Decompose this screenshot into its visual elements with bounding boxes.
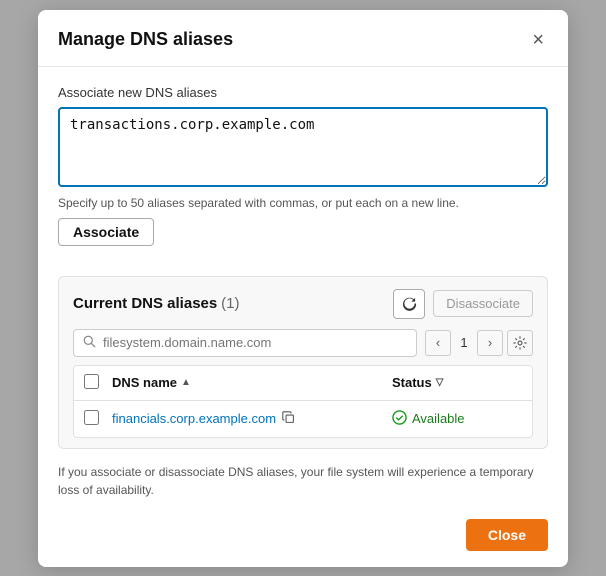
search-input[interactable] bbox=[103, 335, 407, 350]
modal-title: Manage DNS aliases bbox=[58, 29, 233, 50]
pagination-row: ‹ 1 › bbox=[425, 330, 533, 356]
footer-note: If you associate or disassociate DNS ali… bbox=[58, 463, 548, 499]
search-box bbox=[73, 329, 417, 357]
dns-alias-textarea[interactable]: transactions.corp.example.com bbox=[58, 107, 548, 187]
row-checkbox-col bbox=[84, 410, 112, 428]
associate-section: Associate new DNS aliases transactions.c… bbox=[38, 67, 568, 262]
dns-sort-icon: ▲ bbox=[181, 377, 191, 388]
current-aliases-section: Current DNS aliases (1) Disassociate bbox=[58, 276, 548, 449]
associate-button[interactable]: Associate bbox=[58, 218, 154, 246]
aliases-header: Current DNS aliases (1) Disassociate bbox=[73, 289, 533, 319]
dns-table: DNS name ▲ Status ▽ financials.corp.exam… bbox=[73, 365, 533, 438]
search-pagination-row: ‹ 1 › bbox=[73, 329, 533, 357]
hint-text: Specify up to 50 aliases separated with … bbox=[58, 196, 548, 210]
status-header: Status ▽ bbox=[392, 375, 522, 390]
table-header: DNS name ▲ Status ▽ bbox=[74, 366, 532, 401]
dns-name-header-label: DNS name bbox=[112, 375, 177, 390]
dns-name-header: DNS name ▲ bbox=[112, 375, 392, 390]
settings-button[interactable] bbox=[507, 330, 533, 356]
page-number: 1 bbox=[455, 335, 473, 350]
dns-name-value: financials.corp.example.com bbox=[112, 411, 276, 426]
refresh-icon bbox=[402, 296, 417, 311]
row-checkbox[interactable] bbox=[84, 410, 99, 425]
refresh-button[interactable] bbox=[393, 289, 425, 319]
gear-icon bbox=[513, 336, 527, 350]
status-cell: Available bbox=[392, 410, 522, 428]
status-sort-icon: ▽ bbox=[436, 377, 444, 388]
manage-dns-modal: Manage DNS aliases × Associate new DNS a… bbox=[38, 10, 568, 567]
aliases-count: (1) bbox=[221, 295, 239, 312]
modal-header: Manage DNS aliases × bbox=[38, 10, 568, 67]
status-header-label: Status bbox=[392, 375, 432, 390]
close-button[interactable]: Close bbox=[466, 519, 548, 551]
status-value: Available bbox=[412, 411, 465, 426]
header-checkbox-col bbox=[84, 374, 112, 392]
status-available-icon bbox=[392, 410, 407, 428]
dns-name-cell: financials.corp.example.com bbox=[112, 411, 392, 427]
prev-page-button[interactable]: ‹ bbox=[425, 330, 451, 356]
disassociate-button[interactable]: Disassociate bbox=[433, 290, 533, 317]
table-row: financials.corp.example.com bbox=[74, 401, 532, 437]
select-all-checkbox[interactable] bbox=[84, 374, 99, 389]
search-icon bbox=[83, 335, 96, 351]
next-page-button[interactable]: › bbox=[477, 330, 503, 356]
copy-icon[interactable] bbox=[282, 411, 295, 427]
aliases-actions: Disassociate bbox=[393, 289, 533, 319]
modal-footer: Close bbox=[38, 509, 568, 567]
aliases-title: Current DNS aliases bbox=[73, 295, 217, 312]
associate-label: Associate new DNS aliases bbox=[58, 85, 548, 100]
modal-close-button[interactable]: × bbox=[528, 28, 548, 52]
aliases-title-group: Current DNS aliases (1) bbox=[73, 295, 239, 312]
